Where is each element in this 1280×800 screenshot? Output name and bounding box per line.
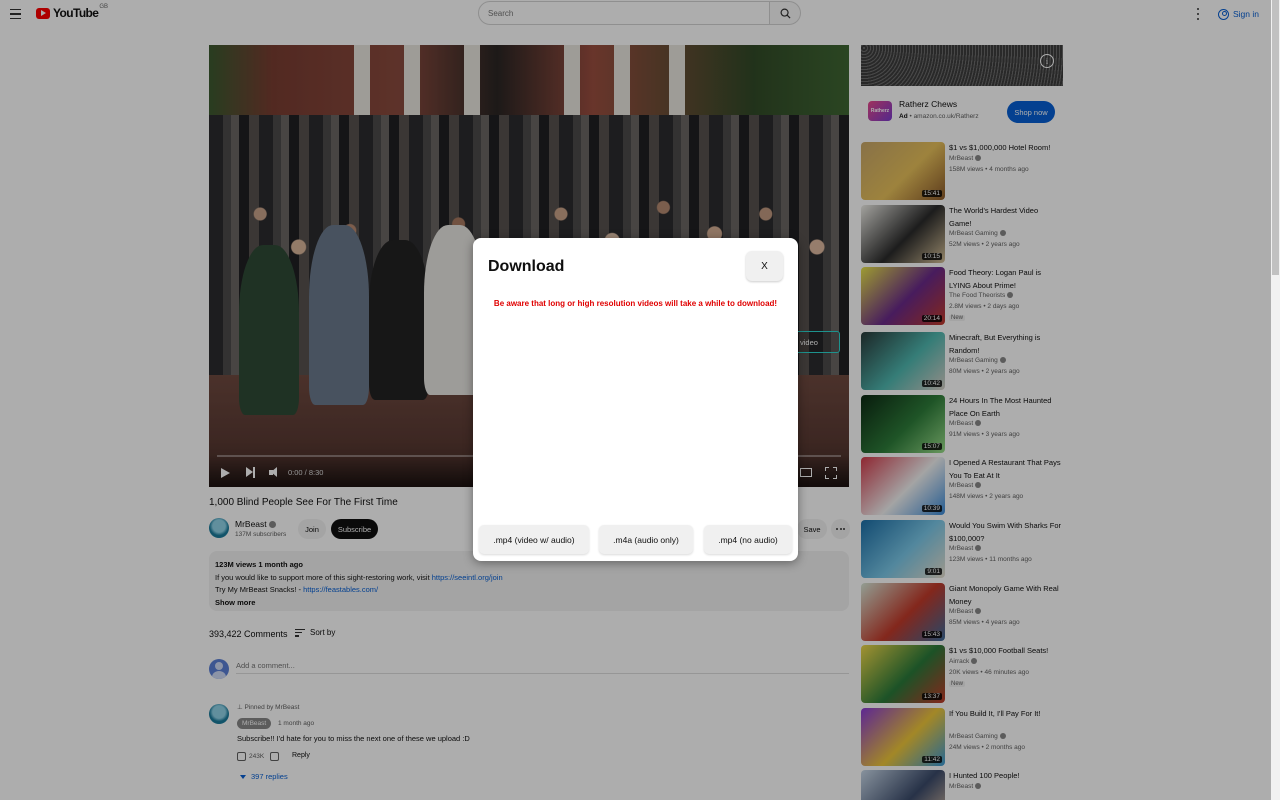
download-dialog: Download X Be aware that long or high re… <box>473 238 798 561</box>
download-mp4-video-audio-button[interactable]: .mp4 (video w/ audio) <box>479 525 589 554</box>
download-warning: Be aware that long or high resolution vi… <box>493 299 778 308</box>
close-button[interactable]: X <box>746 251 783 281</box>
scrollbar-thumb[interactable] <box>1272 0 1279 275</box>
dialog-title: Download <box>488 258 565 275</box>
download-m4a-audio-button[interactable]: .m4a (audio only) <box>599 525 693 554</box>
download-mp4-no-audio-button[interactable]: .mp4 (no audio) <box>704 525 792 554</box>
